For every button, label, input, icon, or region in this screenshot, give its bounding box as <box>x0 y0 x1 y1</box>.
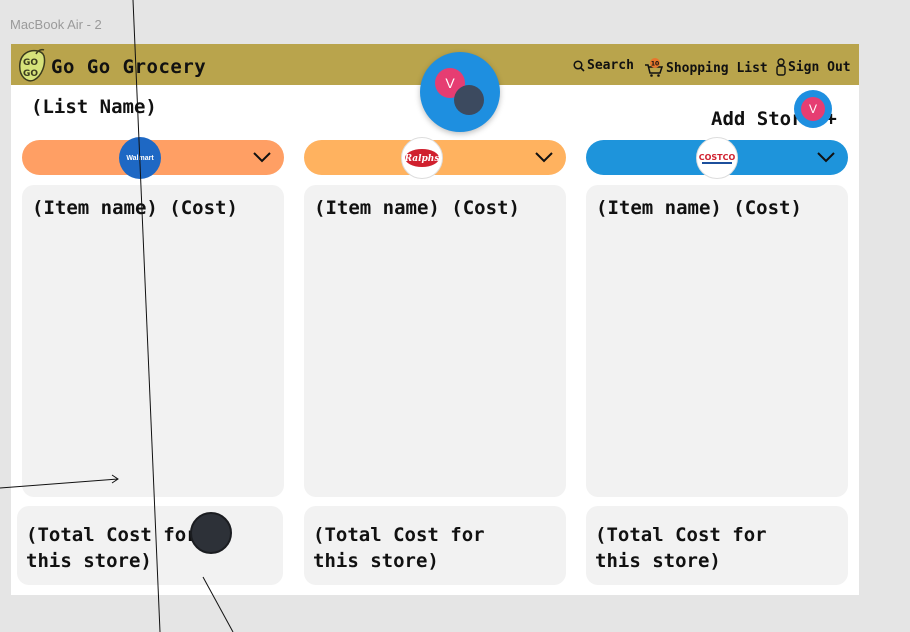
chevron-down-icon <box>253 152 271 163</box>
store-total-panel: (Total Cost for this store) <box>17 506 283 585</box>
collaborator-cursor-avatar[interactable]: V <box>794 90 832 128</box>
item-header[interactable]: (Item name) (Cost) <box>32 197 238 219</box>
ralphs-logo-icon: Ralphs <box>401 137 443 179</box>
nav-search-link[interactable]: Search <box>573 58 634 73</box>
store-select-costco[interactable]: COSTCO <box>586 137 848 179</box>
nav-shopping-list-link[interactable]: 10 Shopping List <box>644 58 768 78</box>
store-items-panel: (Item name) (Cost) <box>304 185 566 497</box>
app-logo-icon[interactable]: GO GO <box>16 48 46 82</box>
collaborator-avatar[interactable]: V <box>420 52 500 132</box>
frame-label: MacBook Air - 2 <box>10 17 102 32</box>
store-total-text: (Total Cost for this store) <box>313 524 485 572</box>
macbook-frame: GO GO Go Go Grocery Search 10 Shopping L… <box>11 44 859 595</box>
store-items-panel: (Item name) (Cost) <box>22 185 284 497</box>
store-total-text: (Total Cost for this store) <box>595 524 767 572</box>
chevron-down-icon <box>535 152 553 163</box>
list-name-title[interactable]: (List Name) <box>31 96 157 118</box>
cart-count-badge: 10 <box>651 61 659 68</box>
ralphs-logo-text: Ralphs <box>404 154 439 164</box>
costco-logo-icon: COSTCO <box>696 137 738 179</box>
item-header[interactable]: (Item name) (Cost) <box>314 197 520 219</box>
nav-sign-out-link[interactable]: Sign Out <box>776 58 851 76</box>
store-select-ralphs[interactable]: Ralphs <box>304 137 566 179</box>
store-items-panel: (Item name) (Cost) <box>586 185 848 497</box>
app-title[interactable]: Go Go Grocery <box>51 56 206 78</box>
store-select-walmart[interactable]: Walmart <box>22 137 284 179</box>
svg-text:GO: GO <box>23 69 38 79</box>
nav-shopping-list-label: Shopping List <box>666 60 768 76</box>
avatar-photo <box>454 85 484 115</box>
shopping-cart-icon: 10 <box>644 58 664 78</box>
collaborator-cursor-photo[interactable] <box>190 512 232 554</box>
costco-logo-text: COSTCO <box>699 153 736 162</box>
search-icon <box>573 59 585 72</box>
avatar-initial: V <box>801 97 825 121</box>
chevron-down-icon <box>817 152 835 163</box>
item-header[interactable]: (Item name) (Cost) <box>596 197 802 219</box>
walmart-logo-icon: Walmart <box>119 137 161 179</box>
nav-search-label: Search <box>587 58 634 73</box>
store-total-panel: (Total Cost for this store) <box>304 506 566 585</box>
user-icon <box>776 58 786 76</box>
nav-sign-out-label: Sign Out <box>788 59 851 75</box>
store-total-panel: (Total Cost for this store) <box>586 506 848 585</box>
svg-text:GO: GO <box>23 58 38 68</box>
